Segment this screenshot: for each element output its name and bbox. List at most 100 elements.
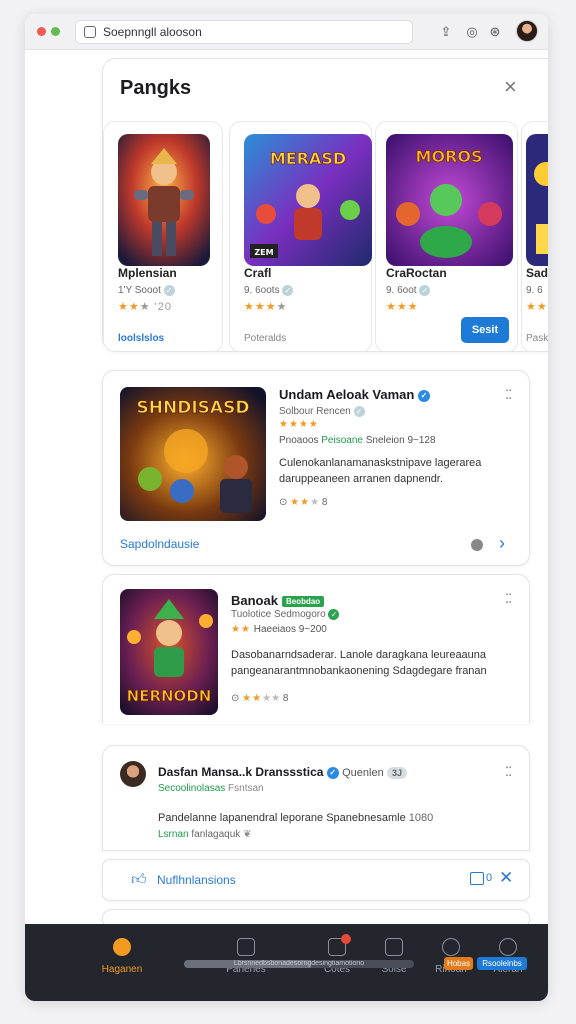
nav-store[interactable]: Solse xyxy=(364,938,424,975)
close-window-button[interactable] xyxy=(37,27,46,36)
game-card[interactable]: MOROS CraRoctan 9. 6oot ✓ ★★★ Sesit xyxy=(375,121,518,351)
status-tag-blue[interactable]: Rsoolelnbs xyxy=(477,957,527,970)
status-progress-label: Lbrsrinedbsbonadesorngdesingtiamotiono xyxy=(233,960,365,967)
featured-description: Dasobanarndsaderar. Lanole daragkana leu… xyxy=(231,649,487,677)
featured-subtitle: Tuolotice Sedmogoro ✓ xyxy=(231,609,340,620)
verified-icon: ✓ xyxy=(326,766,339,779)
featured-description: Culenokanlanamanaskstnipave lagerarea da… xyxy=(279,457,482,485)
more-options-icon[interactable]: ⁚⁚ xyxy=(505,764,512,780)
game-action-link[interactable]: loolslslos xyxy=(118,333,164,344)
verified-icon: ✓ xyxy=(353,406,365,417)
game-action-link[interactable]: Pask xyxy=(526,333,548,344)
thumbs-up-icon[interactable]: 👍︎ xyxy=(131,871,147,889)
game-developer: 9. 6oot ✓ xyxy=(386,285,431,296)
extensions-icon[interactable]: ◎ xyxy=(463,23,481,41)
post-footer: Lsrnan fanlagaquk ❦ xyxy=(158,829,252,840)
nav-chats[interactable]: Cotes xyxy=(307,934,367,975)
game-name: Mplensian xyxy=(118,266,177,280)
address-bar[interactable]: Soepnngll alooson xyxy=(75,20,413,44)
info-icon[interactable] xyxy=(471,539,483,551)
featured-link[interactable]: Sapdolndausie xyxy=(120,537,199,551)
featured-title: Banoak Beobdao xyxy=(231,593,325,608)
notifications-label: Nuflhnlansions xyxy=(157,873,236,887)
game-name: Sad xyxy=(526,266,548,280)
close-icon[interactable]: × xyxy=(504,74,517,100)
rankings-title: Pangks xyxy=(120,77,192,99)
dismiss-icon[interactable]: ✕ xyxy=(499,868,513,888)
notifications-bar[interactable]: 👍︎ Nuflhnlansions 0 ✕ xyxy=(102,859,530,901)
rankings-panel: Pangks × Mplensian 1'Y Sooot ✓ ★★★ '20 l… xyxy=(102,58,548,352)
game-thumbnail[interactable] xyxy=(118,134,210,266)
svg-text:NERNODN: NERNODN xyxy=(127,687,212,705)
maximize-window-button[interactable] xyxy=(51,27,60,36)
verified-icon: ✓ xyxy=(328,609,340,620)
featured-review-row: ⊙ ★★★★ 8 xyxy=(231,693,289,704)
verified-icon: ✓ xyxy=(282,285,294,296)
featured-rating: ★★★★ xyxy=(279,419,319,430)
game-card[interactable]: Mplensian 1'Y Sooot ✓ ★★★ '20 loolslslos xyxy=(103,121,223,351)
game-action-link[interactable]: Poteralds xyxy=(244,333,286,344)
page-icon xyxy=(84,26,96,38)
verified-icon: ✓ xyxy=(417,389,430,402)
game-thumbnail[interactable]: MOROS xyxy=(386,134,513,266)
featured-thumbnail[interactable]: NERNODN xyxy=(120,589,218,715)
nav-panels[interactable]: Panenes xyxy=(216,938,276,975)
featured-meta: Pnoaoos Peisoane Sneleion 9~128 xyxy=(279,435,436,446)
game-card[interactable]: MERASD ZEM Crafl 9. 6oots ✓ ★★★★ Poteral… xyxy=(229,121,372,351)
game-developer: 1'Y Sooot ✓ xyxy=(118,285,175,296)
address-text: Soepnngll alooson xyxy=(103,25,202,39)
post-title: Dasfan Mansa..k Dranssstica ✓ Quenlen 3J xyxy=(158,765,408,779)
leaf-icon: ❦ xyxy=(243,829,252,840)
featured-thumbnail[interactable]: SHNDISASD xyxy=(120,387,266,521)
game-thumbnail[interactable] xyxy=(526,134,548,266)
comment-count: 0 xyxy=(486,872,493,884)
home-icon xyxy=(113,938,131,956)
store-icon xyxy=(385,938,403,956)
get-button[interactable]: Sesit xyxy=(461,317,509,343)
game-rating: ★★★ '20 xyxy=(118,301,173,313)
status-tag-orange[interactable]: Hobas xyxy=(444,957,473,970)
svg-text:SHNDISASD: SHNDISASD xyxy=(137,398,250,418)
profile-avatar[interactable] xyxy=(516,20,538,42)
featured-review-row: ⊙ ★★★ 8 xyxy=(279,497,328,508)
game-developer: 9. 6oots ✓ xyxy=(244,285,294,296)
game-rating: ★★★★ xyxy=(244,301,288,313)
more-options-icon[interactable]: ⁚⁚ xyxy=(505,387,512,403)
comment-icon[interactable] xyxy=(470,872,484,885)
verified-icon: ✓ xyxy=(163,285,175,296)
featured-meta: ★★ Haeeiaos 9~200 xyxy=(231,624,327,635)
featured-game-card[interactable]: SHNDISASD Undam Aeloak Vaman ✓ ⁚⁚ Solbou… xyxy=(102,370,530,566)
settings-icon xyxy=(499,938,517,956)
chevron-right-icon[interactable]: › xyxy=(499,533,505,554)
game-rating: ★★ xyxy=(526,301,548,313)
game-card[interactable]: Sad 9. 6 ★★ Pask xyxy=(521,121,548,351)
svg-text:MERASD: MERASD xyxy=(270,149,346,168)
game-thumbnail[interactable]: MERASD ZEM xyxy=(244,134,372,266)
game-developer: 9. 6 xyxy=(526,285,543,296)
count-pill: 3J xyxy=(387,766,408,779)
verified-icon: ✓ xyxy=(419,285,431,296)
game-name: Crafl xyxy=(244,266,272,280)
featured-subtitle: Solbour Rencen ✓ xyxy=(279,406,365,417)
game-name: CraRoctan xyxy=(386,266,447,280)
category-badge: Beobdao xyxy=(281,596,325,608)
status-progress-bar: Lbrsrinedbsbonadesorngdesingtiamotiono xyxy=(184,960,414,968)
browser-titlebar: Soepnngll alooson ⇪ ◎ ⊛ xyxy=(25,14,548,50)
post-subtitle: Secoolinolasas Fsntsan xyxy=(158,783,264,794)
share-icon[interactable]: ⇪ xyxy=(437,23,455,41)
settings-icon[interactable]: ⊛ xyxy=(486,23,504,41)
game-rating: ★★★ xyxy=(386,301,419,313)
search-icon xyxy=(442,938,460,956)
featured-title: Undam Aeloak Vaman ✓ xyxy=(279,387,430,402)
post-body: Pandelanne lapanendral leporane Spanebne… xyxy=(158,812,434,824)
nav-home[interactable]: Haganen xyxy=(92,938,152,975)
notification-badge xyxy=(341,934,351,944)
svg-text:MOROS: MOROS xyxy=(416,147,483,166)
author-avatar[interactable] xyxy=(120,761,146,787)
post-card[interactable]: Dasfan Mansa..k Dranssstica ✓ Quenlen 3J… xyxy=(102,745,530,851)
browser-window: Soepnngll alooson ⇪ ◎ ⊛ Pangks × Mplensi… xyxy=(25,14,548,1001)
svg-text:ZEM: ZEM xyxy=(254,248,273,257)
more-options-icon[interactable]: ⁚⁚ xyxy=(505,591,512,607)
grid-icon xyxy=(237,938,255,956)
featured-game-card[interactable]: NERNODN Banoak Beobdao ⁚⁚ Tuolotice Sedmo… xyxy=(102,574,530,724)
